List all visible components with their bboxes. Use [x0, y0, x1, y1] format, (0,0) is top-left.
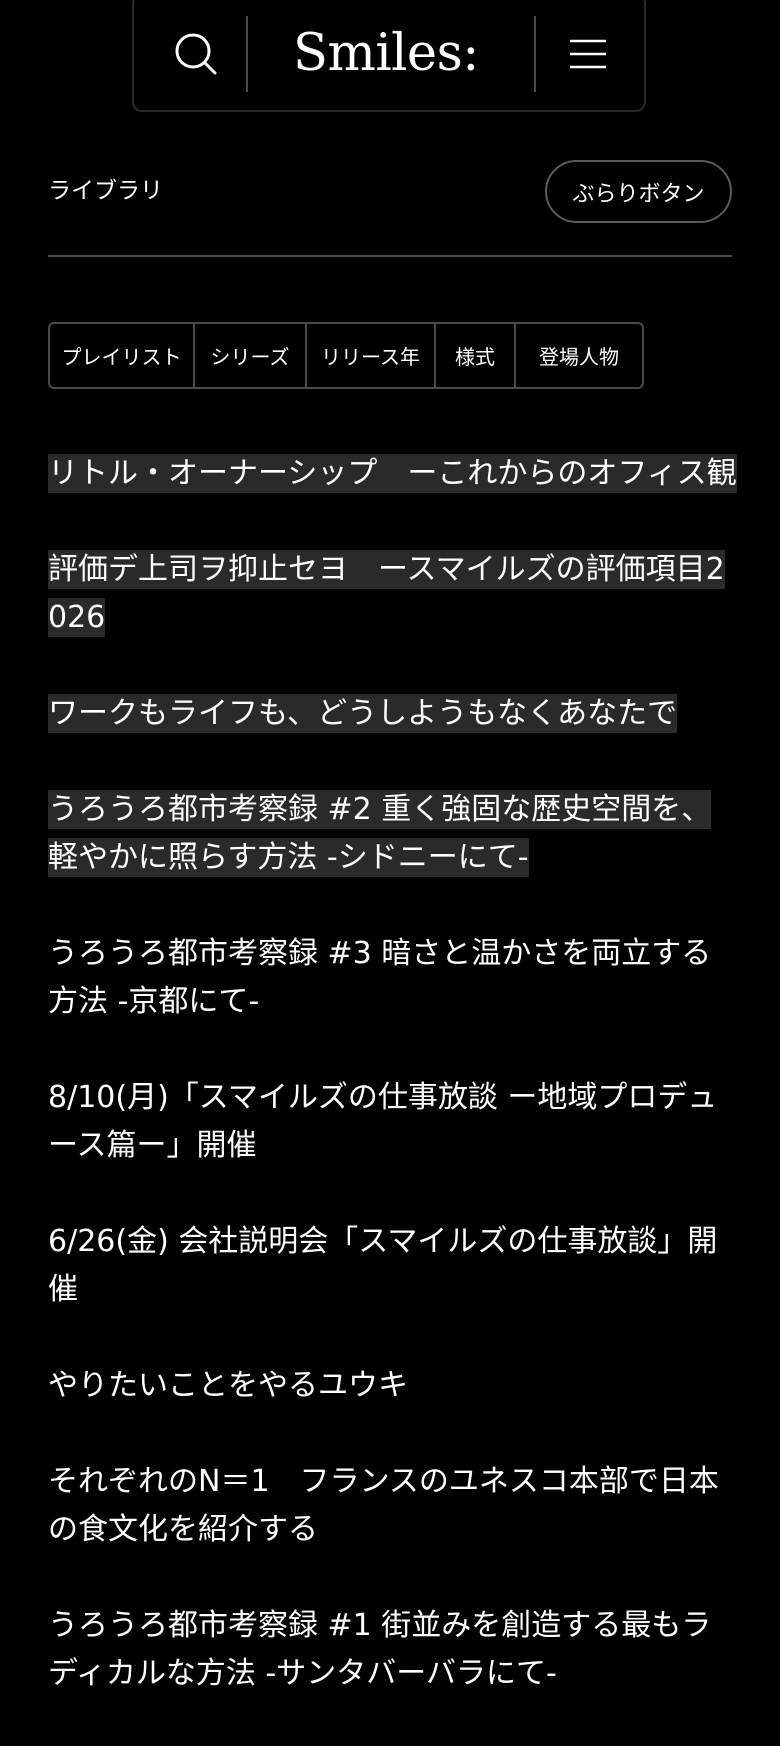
list-item[interactable]: 評価デ上司ヲ抑止セヨ ースマイルズの評価項目2026 — [48, 546, 738, 642]
search-button[interactable] — [164, 22, 228, 86]
article-title[interactable]: それぞれのN＝1 フランスのユネスコ本部で日本の食文化を紹介する — [48, 1462, 719, 1549]
list-item[interactable]: うろうろ都市考察録 #3 暗さと温かさを両立する方法 -京都にて- — [48, 930, 738, 1026]
section-divider — [48, 255, 732, 257]
article-title[interactable]: うろうろ都市考察録 #2 重く強固な歴史空間を、軽やかに照らす方法 -シドニーに… — [48, 790, 712, 877]
site-logo[interactable]: Smiles: — [246, 18, 526, 88]
tab-series[interactable]: シリーズ — [195, 324, 307, 387]
list-item[interactable]: それぞれのN＝1 フランスのユネスコ本部で日本の食文化を紹介する — [48, 1458, 738, 1554]
article-title[interactable]: 8/10(月)「スマイルズの仕事放談 ー地域プロデュース篇ー」開催 — [48, 1078, 717, 1165]
list-item[interactable]: うろうろ都市考察録 #2 重く強固な歴史空間を、軽やかに照らす方法 -シドニーに… — [48, 786, 738, 882]
search-icon — [175, 33, 217, 75]
article-title[interactable]: 評価デ上司ヲ抑止セヨ ースマイルズの評価項目2026 — [48, 550, 725, 637]
menu-button[interactable] — [556, 22, 620, 86]
site-header: Smiles: — [132, 0, 646, 112]
page-title: ライブラリ — [48, 178, 163, 204]
list-item[interactable]: ワークもライフも、どうしようもなくあなたで — [48, 690, 738, 738]
burari-button[interactable]: ぶらりボタン — [545, 160, 732, 223]
list-item[interactable]: リトル・オーナーシップ ーこれからのオフィス観 — [48, 450, 738, 498]
list-item[interactable]: 8/10(月)「スマイルズの仕事放談 ー地域プロデュース篇ー」開催 — [48, 1074, 738, 1170]
list-item[interactable]: やりたいことをやるユウキ — [48, 1362, 738, 1410]
list-item[interactable]: 6/26(金) 会社説明会「スマイルズの仕事放談」開催 — [48, 1218, 738, 1314]
article-title[interactable]: ワークもライフも、どうしようもなくあなたで — [48, 694, 678, 733]
article-title[interactable]: 6/26(金) 会社説明会「スマイルズの仕事放談」開催 — [48, 1222, 717, 1309]
article-list: リトル・オーナーシップ ーこれからのオフィス観 評価デ上司ヲ抑止セヨ ースマイル… — [48, 450, 738, 1746]
tab-release-year[interactable]: リリース年 — [307, 324, 436, 387]
tab-characters[interactable]: 登場人物 — [516, 324, 642, 387]
hamburger-menu-icon — [570, 39, 606, 69]
article-title[interactable]: リトル・オーナーシップ ーこれからのオフィス観 — [48, 454, 737, 493]
tab-style[interactable]: 様式 — [436, 324, 516, 387]
tab-playlist[interactable]: プレイリスト — [50, 324, 195, 387]
article-title[interactable]: うろうろ都市考察録 #1 街並みを創造する最もラディカルな方法 -サンタバーバラ… — [48, 1606, 711, 1693]
article-title[interactable]: やりたいことをやるユウキ — [48, 1366, 408, 1405]
header-divider-right — [534, 16, 536, 92]
list-item[interactable]: うろうろ都市考察録 #1 街並みを創造する最もラディカルな方法 -サンタバーバラ… — [48, 1602, 738, 1698]
article-title[interactable]: うろうろ都市考察録 #3 暗さと温かさを両立する方法 -京都にて- — [48, 934, 711, 1021]
filter-tabs: プレイリスト シリーズ リリース年 様式 登場人物 — [48, 322, 644, 389]
